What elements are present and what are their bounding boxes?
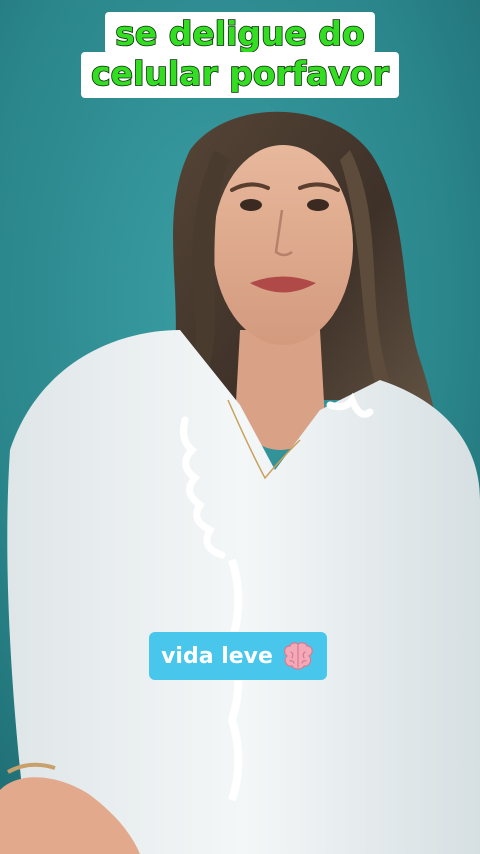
caption: se deligue do celular porfavor [0, 12, 480, 98]
brain-icon [283, 642, 313, 670]
right-eye [307, 199, 329, 211]
sticker-label: vida leve [161, 643, 273, 669]
left-eye [240, 199, 262, 211]
video-frame [0, 0, 480, 854]
face [213, 145, 353, 345]
caption-line-2: celular porfavor [81, 52, 399, 98]
vida-leve-sticker: vida leve [149, 632, 327, 680]
caption-line-1: se deligue do [105, 12, 375, 54]
